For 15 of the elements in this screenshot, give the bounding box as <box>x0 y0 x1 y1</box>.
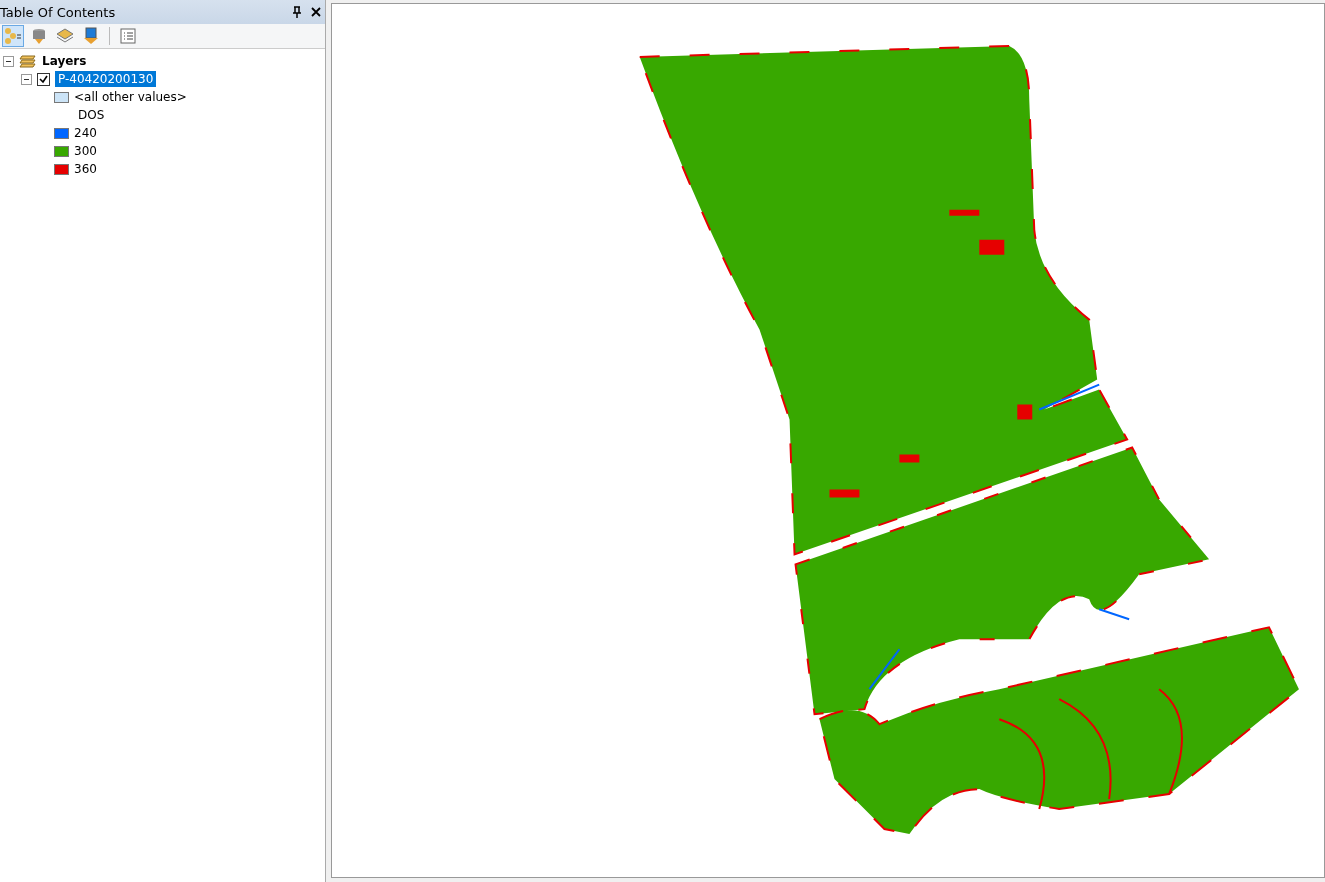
collapse-icon[interactable] <box>3 55 14 67</box>
drawing-order-tool-button[interactable] <box>2 25 24 47</box>
visibility-checkbox[interactable] <box>37 72 50 86</box>
layers-label: Layers <box>42 54 87 68</box>
options-tool-button[interactable] <box>117 25 139 47</box>
collapse-icon[interactable] <box>21 73 32 85</box>
legend-label: 240 <box>74 126 97 140</box>
layer-name[interactable]: P-40420200130 <box>55 71 157 87</box>
panel-title: Table Of Contents <box>0 4 117 20</box>
legend-field-name: DOS <box>78 108 105 122</box>
close-icon[interactable] <box>311 7 321 17</box>
layers-icon <box>19 53 37 69</box>
legend-label: 300 <box>74 144 97 158</box>
legend-label: <all other values> <box>74 90 187 104</box>
legend-label: 360 <box>74 162 97 176</box>
